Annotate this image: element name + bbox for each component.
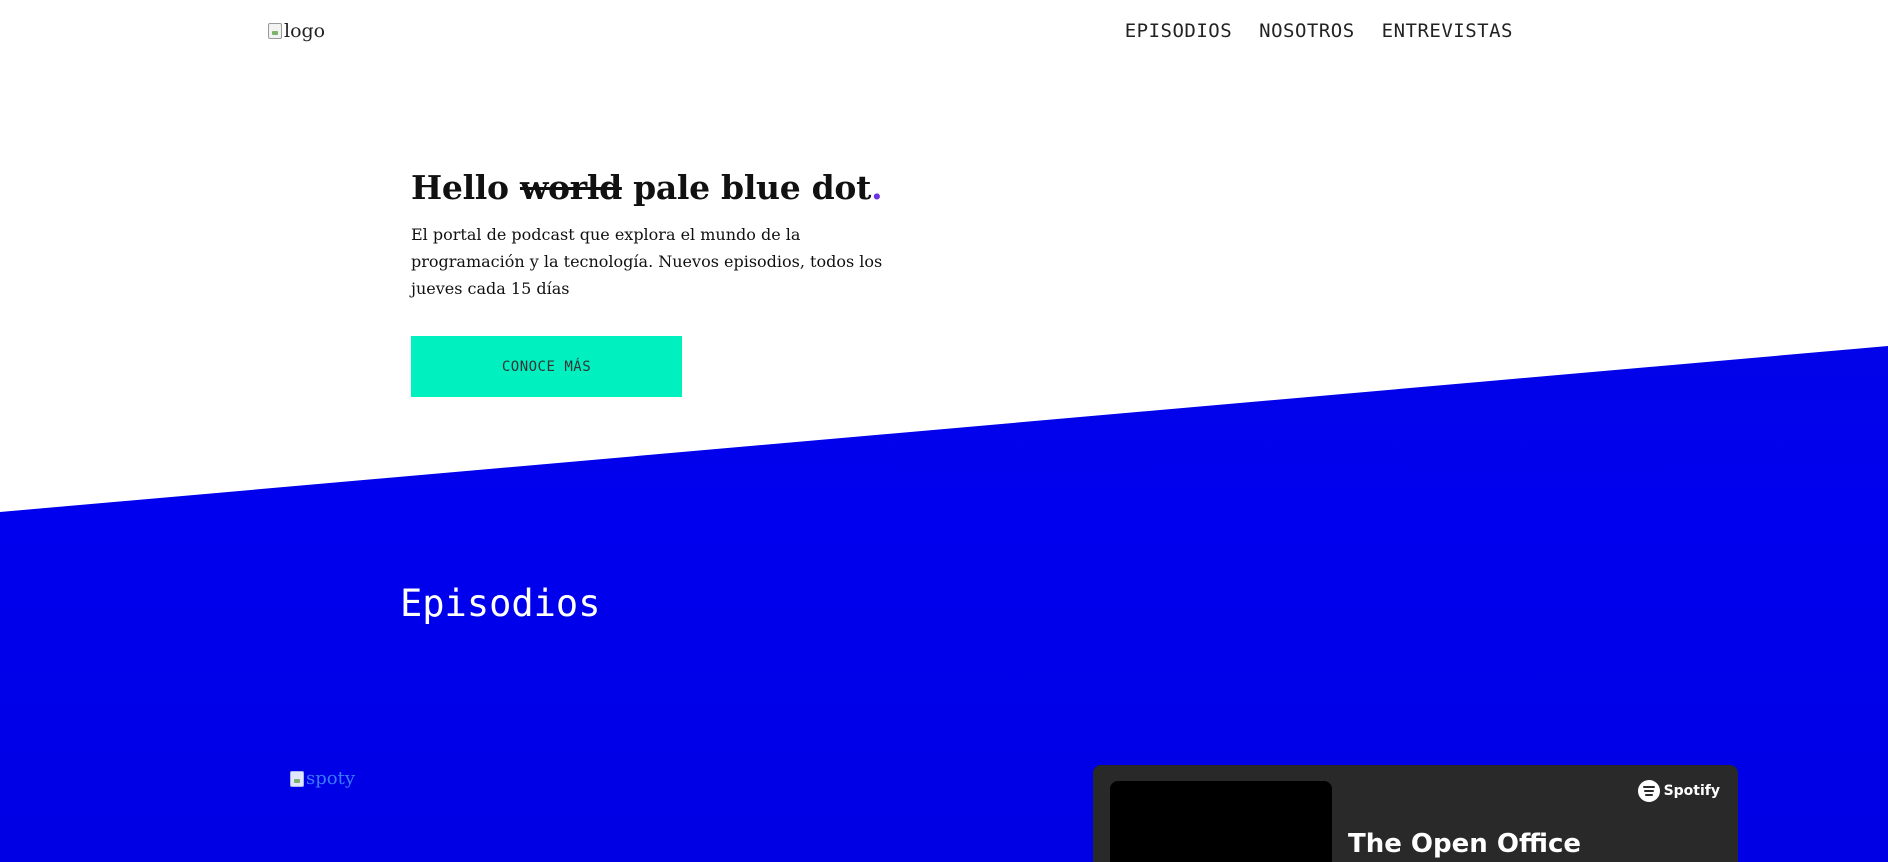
page: logo EPISODIOS NOSOTROS ENTREVISTAS Hell… [0,0,1888,862]
site-header: logo EPISODIOS NOSOTROS ENTREVISTAS [0,0,1888,70]
spotify-brand-text: Spotify [1663,783,1720,799]
broken-image-icon [268,23,282,39]
hero: Hello world pale blue dot. El portal de … [411,168,916,302]
nav-item-nosotros[interactable]: NOSOTROS [1259,20,1355,42]
spotify-embed-player[interactable]: Spotify The Open Office [1093,765,1738,862]
hero-title-dot: . [871,168,883,207]
episodes-section-title: Episodios [400,582,601,625]
blue-diagonal-band [0,346,1888,862]
hero-subtitle: El portal de podcast que explora el mund… [411,225,883,298]
logo[interactable]: logo [268,20,325,42]
episode-cover-art [1110,781,1332,862]
hero-title: Hello world pale blue dot. [411,168,916,207]
hero-title-rest: pale blue dot [621,168,872,207]
nav-item-episodios[interactable]: EPISODIOS [1125,20,1232,42]
spotify-logo[interactable]: Spotify [1637,780,1720,802]
episode-title[interactable]: The Open Office [1348,829,1581,859]
hero-title-strikethrough: world [519,168,622,207]
nav-item-entrevistas[interactable]: ENTREVISTAS [1382,20,1513,42]
spotify-icon [1637,780,1660,802]
hero-title-hello: Hello [411,168,520,207]
logo-alt-text: logo [284,20,326,42]
conoce-mas-button[interactable]: CONOCE MÁS [411,336,682,397]
spoty-image-link[interactable]: spoty [290,768,355,789]
main-nav: EPISODIOS NOSOTROS ENTREVISTAS [1125,20,1513,42]
spoty-alt-text: spoty [306,768,355,789]
broken-image-icon [290,770,304,787]
